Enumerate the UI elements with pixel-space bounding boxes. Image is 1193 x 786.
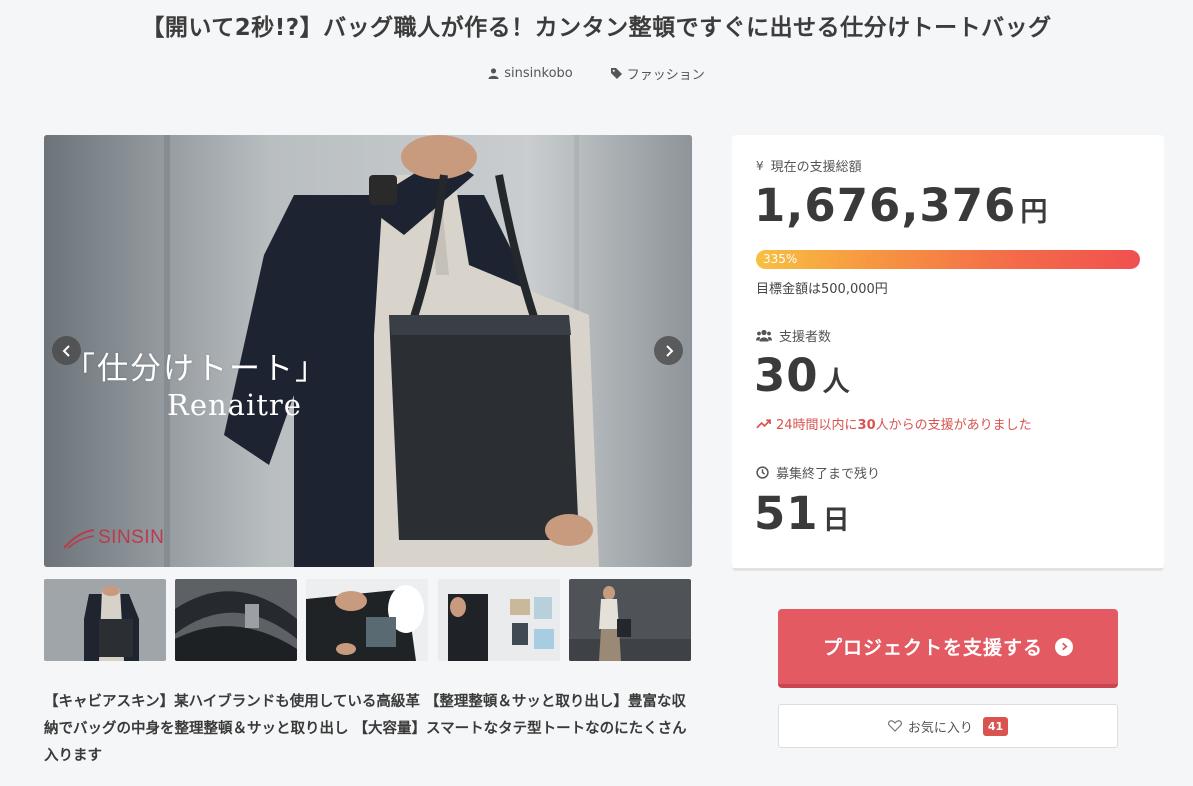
funding-progress-bar: 335% [756, 250, 1140, 269]
thumbnail-image [569, 579, 691, 661]
project-title: 【開いて2秒!?】バッグ職人が作る！カンタン整頓ですぐに出せる仕分けトートバッグ [141, 15, 1052, 41]
hero-caption-jp: 「仕分けトート」 [64, 351, 328, 387]
recent-suffix: 人からの支援がありました [875, 418, 1032, 433]
support-button-label: プロジェクトを支援する [822, 637, 1043, 659]
backers-number: 30 [754, 349, 819, 402]
backers-unit: 人 [822, 367, 851, 398]
favorite-label: お気に入り [907, 720, 973, 736]
thumbnail-image [438, 579, 560, 661]
tag-icon [610, 68, 622, 79]
next-image-button[interactable] [654, 336, 683, 365]
heart-icon [887, 720, 902, 732]
thumbnail-4[interactable] [438, 579, 560, 661]
project-description: 【キャビアスキン】某ハイブランドも使用している高級革 【整理整頓＆サッと取り出し… [44, 694, 687, 764]
trending-up-icon [756, 418, 771, 428]
amount-value: 1,676,376 円 [754, 179, 1048, 232]
category-link[interactable]: ファッション [610, 64, 705, 83]
category-name: ファッション [626, 68, 705, 83]
chevron-right-icon [665, 344, 673, 357]
favorite-count-badge: 41 [982, 716, 1009, 736]
backers-label: 支援者数 [779, 330, 832, 345]
arrow-circle-right-icon [1055, 637, 1073, 656]
thumbnail-5[interactable] [569, 579, 691, 661]
yen-icon: ¥ [756, 158, 764, 173]
clock-icon [756, 466, 769, 479]
amount-label: 現在の支援総額 [770, 160, 862, 175]
remaining-label: 募集終了まで残り [776, 467, 881, 482]
owner-name: sinsinkobo [504, 66, 573, 81]
recent-count: 30 [857, 418, 876, 433]
backers-value: 30 人 [754, 349, 851, 402]
remaining-number: 51 [754, 487, 819, 540]
progress-percent: 335% [763, 252, 798, 266]
project-meta: sinsinkobo ファッション [0, 64, 1193, 83]
thumbnail-1[interactable] [44, 579, 166, 661]
thumbnail-image [44, 579, 166, 661]
recent-backers-note: 24時間以内に30人からの支援がありました [756, 414, 1032, 433]
hero-caption-en: Renaitre [167, 388, 302, 422]
thumbnail-3[interactable] [306, 579, 428, 661]
thumbnail-image [306, 579, 428, 661]
stats-panel: ¥ 現在の支援総額 1,676,376 円 335% 目標金額は500,000円 … [732, 135, 1164, 571]
user-icon [488, 68, 499, 79]
remaining-value: 51 日 [754, 487, 851, 540]
brand-logo: SINSIN [98, 527, 165, 548]
remaining-unit: 日 [822, 505, 851, 536]
recent-prefix: 24時間以内に [776, 418, 858, 433]
thumbnail-image [175, 579, 297, 661]
remaining-label-row: 募集終了まで残り [756, 463, 880, 482]
owner-link[interactable]: sinsinkobo [488, 64, 573, 83]
users-icon [756, 329, 772, 342]
favorite-button[interactable]: お気に入り 41 [778, 704, 1118, 748]
brand-logo-mark [63, 529, 95, 549]
backers-label-row: 支援者数 [756, 326, 831, 345]
amount-unit: 円 [1020, 197, 1049, 228]
amount-number: 1,676,376 [754, 179, 1017, 232]
thumbnail-2[interactable] [175, 579, 297, 661]
goal-amount: 目標金額は500,000円 [756, 282, 888, 297]
support-project-button[interactable]: プロジェクトを支援する [778, 609, 1118, 688]
amount-label-row: ¥ 現在の支援総額 [756, 156, 862, 176]
